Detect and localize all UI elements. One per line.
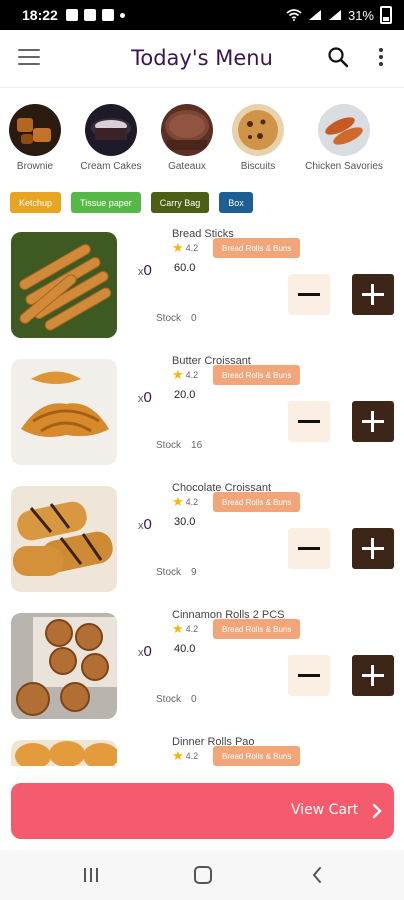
kebab-menu-icon[interactable] [372, 45, 390, 69]
stock-info: Stock 0 [156, 694, 197, 705]
notification-app-icon [65, 9, 78, 21]
view-cart-label: View Cart [291, 802, 359, 818]
decrease-quantity-button[interactable] [288, 401, 330, 442]
signal-icon-2 [328, 10, 341, 20]
chip-carry-bag[interactable]: Carry Bag [150, 192, 210, 213]
chip-ketchup[interactable]: Ketchup [10, 192, 62, 213]
system-icons: 31% [286, 6, 392, 24]
product-category-tag: Bread Rolls & Buns [213, 746, 301, 766]
category-label: Biscuits [240, 161, 276, 172]
decrease-quantity-button[interactable] [288, 528, 330, 569]
decrease-quantity-button[interactable] [288, 274, 330, 315]
status-time: 18:22 [22, 7, 58, 23]
back-icon[interactable] [310, 866, 324, 884]
product-card: Bread Sticks ★ 4.2 Bread Rolls & Buns x0 … [0, 228, 404, 355]
increase-quantity-button[interactable] [352, 655, 394, 696]
product-price: 60.0 [174, 262, 196, 274]
product-price: 30.0 [174, 516, 196, 528]
home-icon[interactable] [194, 866, 212, 884]
view-cart-button[interactable]: View Cart [11, 783, 394, 839]
quantity-display: x0 [138, 389, 152, 406]
chevron-right-icon [372, 803, 382, 819]
stock-count: 0 [191, 313, 197, 324]
category-image [232, 104, 284, 156]
notification-message-icon [101, 9, 114, 21]
status-bar: 18:22 31% [0, 0, 404, 30]
stock-count: 0 [191, 694, 197, 705]
increase-quantity-button[interactable] [352, 274, 394, 315]
category-label: Brownie [16, 161, 54, 172]
category-image [161, 104, 213, 156]
category-biscuits[interactable]: Biscuits [218, 104, 298, 172]
product-category-tag: Bread Rolls & Buns [213, 619, 301, 639]
signal-icon [308, 10, 321, 20]
category-carousel: Brownie Cream Cakes Gateaux Biscuits Chi… [0, 98, 404, 178]
category-chicken-savories[interactable]: Chicken Savories [302, 104, 386, 172]
category-image [85, 104, 137, 156]
product-card: Chocolate Croissant ★ 4.2 Bread Rolls & B… [0, 482, 404, 609]
product-image[interactable] [11, 486, 117, 592]
product-rating: ★ 4.2 [172, 748, 199, 763]
stock-info: Stock 16 [156, 440, 203, 451]
increase-quantity-button[interactable] [352, 401, 394, 442]
quantity-display: x0 [138, 516, 152, 533]
star-icon: ★ [172, 367, 184, 382]
category-label: Chicken Savories [305, 161, 383, 172]
category-label: Cream Cakes [80, 161, 142, 172]
quantity-display: x0 [138, 262, 152, 279]
chip-tissue-paper[interactable]: Tissue paper [71, 192, 141, 213]
notification-gmail-icon [83, 9, 96, 21]
product-rating: ★ 4.2 [172, 240, 199, 255]
category-image [9, 104, 61, 156]
notification-icons [65, 9, 125, 21]
star-icon: ★ [172, 621, 184, 636]
notification-dot-icon [119, 12, 125, 18]
product-image[interactable] [11, 740, 117, 766]
quantity-display: x0 [138, 643, 152, 660]
product-card: Cinnamon Rolls 2 PCS ★ 4.2 Bread Rolls & … [0, 609, 404, 736]
category-cream-cakes[interactable]: Cream Cakes [71, 104, 151, 172]
product-image[interactable] [11, 613, 117, 719]
search-icon[interactable] [326, 45, 350, 69]
stock-info: Stock 9 [156, 567, 197, 578]
increase-quantity-button[interactable] [352, 528, 394, 569]
product-category-tag: Bread Rolls & Buns [213, 492, 301, 512]
star-icon: ★ [172, 494, 184, 509]
product-rating: ★ 4.2 [172, 621, 199, 636]
chip-box[interactable]: Box [219, 192, 253, 213]
system-nav-bar [0, 850, 404, 900]
product-rating: ★ 4.2 [172, 494, 199, 509]
addon-chips: Ketchup Tissue paper Carry Bag Box [10, 192, 253, 213]
category-brownie[interactable]: Brownie [0, 104, 75, 172]
product-category-tag: Bread Rolls & Buns [213, 365, 301, 385]
product-image[interactable] [11, 359, 117, 465]
battery-percent: 31% [347, 7, 374, 23]
category-image [318, 104, 370, 156]
product-price: 20.0 [174, 389, 196, 401]
category-label: Gateaux [168, 161, 206, 172]
decrease-quantity-button[interactable] [288, 655, 330, 696]
recents-icon[interactable] [82, 866, 100, 884]
product-image[interactable] [11, 232, 117, 338]
screen: 18:22 31% Today's Menu Brownie Cream Cak… [0, 0, 404, 900]
product-card: Dinner Rolls Pao ★ 4.2 Bread Rolls & Buns [0, 736, 404, 766]
product-category-tag: Bread Rolls & Buns [213, 238, 301, 258]
wifi-icon [286, 9, 302, 21]
product-price: 40.0 [174, 643, 196, 655]
app-bar: Today's Menu [0, 30, 404, 88]
product-rating: ★ 4.2 [172, 367, 199, 382]
product-list: Bread Sticks ★ 4.2 Bread Rolls & Buns x0 … [0, 228, 404, 766]
star-icon: ★ [172, 748, 184, 763]
category-gateaux[interactable]: Gateaux [147, 104, 227, 172]
stock-info: Stock 0 [156, 313, 197, 324]
star-icon: ★ [172, 240, 184, 255]
battery-icon [380, 6, 392, 24]
stock-count: 16 [191, 440, 203, 451]
stock-count: 9 [191, 567, 197, 578]
product-card: Butter Croissant ★ 4.2 Bread Rolls & Buns… [0, 355, 404, 482]
